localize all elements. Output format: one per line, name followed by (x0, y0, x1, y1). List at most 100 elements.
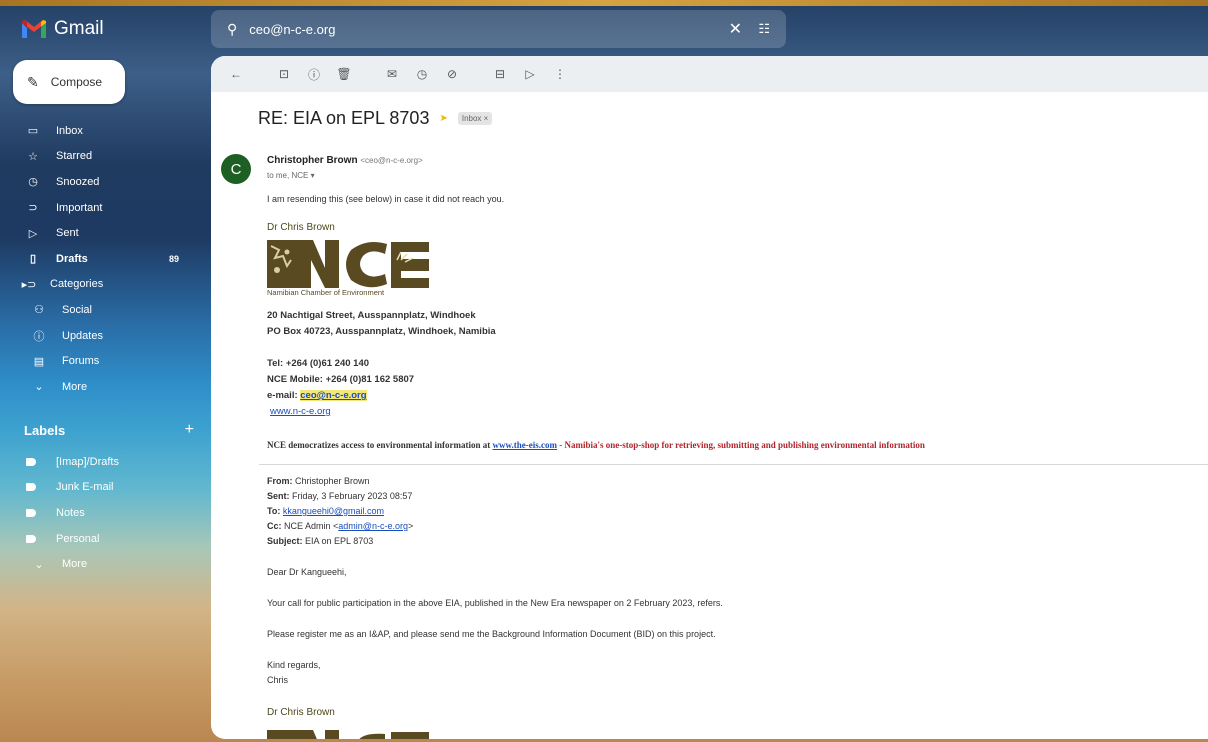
subject-value: EIA on EPL 8703 (302, 536, 374, 546)
snooze-icon[interactable]: ◷ (409, 61, 435, 87)
quoted-sent: Sent: Friday, 3 February 2023 08:57 (267, 491, 412, 501)
avatar[interactable]: C (221, 154, 251, 184)
labels-heading: Labels (24, 423, 66, 438)
sidebar-item-label: Forums (62, 355, 100, 368)
gmail-m-icon (22, 20, 46, 38)
sidebar-item-label: Updates (62, 329, 103, 342)
cc-suffix: > (407, 521, 414, 531)
search-icon[interactable]: ⚲ (227, 21, 237, 38)
label-item-text: Junk E-mail (56, 481, 114, 494)
label-tag-icon (26, 457, 36, 466)
promo-suffix: - Namibia's one-stop-shop for retrieving… (557, 440, 925, 450)
email-link[interactable]: ceo@n-c-e.org (300, 390, 367, 401)
chevron-down-icon: ⌄ (34, 381, 44, 394)
signature-name: Dr Chris Brown (267, 222, 335, 233)
sidebar-item-label: More (62, 380, 88, 393)
clear-search-icon[interactable]: ✕ (729, 19, 742, 39)
sidebar-item-categories[interactable]: ▸⊃ Categories (0, 272, 205, 298)
important-marker-icon[interactable]: ➤ (439, 113, 447, 124)
pencil-icon: ✎ (27, 73, 39, 90)
email-line: e-mail: ceo@n-c-e.org (267, 390, 367, 401)
quoted-to: To: kkangueehi0@gmail.com (267, 506, 384, 516)
delete-icon[interactable]: 🗑 (331, 61, 357, 87)
label-item-imap-drafts[interactable]: [Imap]/Drafts (0, 449, 205, 475)
email-subject: RE: EIA on EPL 8703 (258, 108, 430, 128)
signoff: Chris (267, 675, 289, 685)
move-to-icon[interactable]: ⊟ (487, 61, 513, 87)
search-input[interactable]: ceo@n-c-e.org (249, 22, 335, 37)
sidebar-item-label: Drafts (56, 252, 88, 265)
back-arrow-icon[interactable]: ← (223, 61, 249, 87)
label-item-text: Notes (56, 506, 85, 519)
report-spam-icon[interactable]: ⓘ (301, 61, 327, 87)
eis-link[interactable]: www.the-eis.com (493, 440, 558, 450)
quoted-divider (259, 464, 1208, 465)
draft-icon: ▯ (29, 253, 37, 266)
inbox-label-chip[interactable]: Inbox × (457, 112, 493, 125)
compose-label: Compose (50, 75, 103, 89)
label-item-junk-email[interactable]: Junk E-mail (0, 475, 205, 501)
label-icon[interactable]: ▷ (517, 61, 543, 87)
labels-list: [Imap]/Drafts Junk E-mail Notes Personal… (0, 449, 205, 577)
people-icon: ⚇ (34, 304, 44, 317)
important-icon: ⊃ (28, 202, 38, 215)
mark-unread-icon[interactable]: ✉ (379, 61, 405, 87)
website-link[interactable]: www.n-c-e.org (270, 406, 331, 417)
forum-icon: ▤ (33, 355, 45, 368)
email-view: ← ⊡ ⓘ 🗑 ✉ ◷ ⊘ ⊟ ▷ ⋮ RE: EIA on EPL 8703 … (211, 56, 1208, 739)
cc-label: Cc: (267, 521, 282, 531)
clock-icon: ◷ (28, 176, 38, 189)
add-task-icon[interactable]: ⊘ (439, 61, 465, 87)
nce-logo-partial (267, 730, 429, 739)
send-icon: ▷ (28, 227, 38, 240)
sidebar-item-updates[interactable]: ⓘ Updates (0, 323, 205, 349)
sidebar-item-label: Sent (56, 227, 79, 240)
sidebar-item-snoozed[interactable]: ◷ Snoozed (0, 169, 205, 195)
sent-value: Friday, 3 February 2023 08:57 (289, 491, 413, 501)
label-tag-icon (26, 534, 36, 543)
sidebar-nav: ▭ Inbox ☆ Starred ◷ Snoozed ⊃ Important … (0, 118, 205, 400)
label-item-text: Personal (56, 532, 100, 545)
labels-more[interactable]: ⌄ More (0, 551, 205, 577)
to-label: To: (267, 506, 281, 516)
compose-button[interactable]: ✎ Compose (13, 60, 125, 104)
quoted-from: From: Christopher Brown (267, 476, 370, 486)
kind-regards: Kind regards, (267, 660, 321, 670)
sender-name[interactable]: Christopher Brown (267, 155, 358, 166)
gmail-logo[interactable]: Gmail (22, 18, 104, 40)
window-top-border (0, 0, 1208, 6)
quoted-cc: Cc: NCE Admin <admin@n-c-e.org> (267, 521, 413, 531)
archive-icon[interactable]: ⊡ (271, 61, 297, 87)
recipients-toggle[interactable]: to me, NCE ▾ (267, 171, 315, 180)
label-item-notes[interactable]: Notes (0, 500, 205, 526)
sidebar-item-important[interactable]: ⊃ Important (0, 195, 205, 221)
add-label-button[interactable]: + (185, 422, 194, 438)
label-item-personal[interactable]: Personal (0, 526, 205, 552)
signature-name-2: Dr Chris Brown (267, 707, 335, 718)
sidebar-item-drafts[interactable]: ▯ Drafts 89 (0, 246, 205, 272)
label-tag-icon (26, 483, 36, 492)
mobile: NCE Mobile: +264 (0)81 162 5807 (267, 374, 415, 385)
promo-prefix: NCE democratizes access to environmental… (267, 440, 493, 450)
address-line-1: 20 Nachtigal Street, Ausspannplatz, Wind… (267, 310, 476, 321)
sidebar-item-sent[interactable]: ▷ Sent (0, 220, 205, 246)
search-bar[interactable]: ⚲ ceo@n-c-e.org ✕ ☷ (211, 10, 786, 48)
to-email-link[interactable]: kkangueehi0@gmail.com (283, 506, 384, 516)
greeting: Dear Dr Kangueehi, (267, 567, 347, 577)
sidebar-item-forums[interactable]: ▤ Forums (0, 348, 205, 374)
cc-email-link[interactable]: admin@n-c-e.org (338, 521, 408, 531)
sidebar-item-social[interactable]: ⚇ Social (0, 297, 205, 323)
quoted-subject: Subject: EIA on EPL 8703 (267, 536, 373, 546)
label-tag-icon (26, 508, 36, 517)
more-vert-icon[interactable]: ⋮ (547, 61, 573, 87)
sidebar-item-starred[interactable]: ☆ Starred (0, 144, 205, 170)
sender-address: <ceo@n-c-e.org> (360, 156, 423, 165)
address-line-2: PO Box 40723, Ausspannplatz, Windhoek, N… (267, 326, 496, 337)
star-icon: ☆ (28, 150, 38, 163)
subject-label: Subject: (267, 536, 303, 546)
search-options-icon[interactable]: ☷ (758, 21, 770, 37)
sent-label: Sent: (267, 491, 290, 501)
sidebar-item-more[interactable]: ⌄ More (0, 374, 205, 400)
website-link-wrap: www.n-c-e.org (270, 406, 331, 417)
sidebar-item-inbox[interactable]: ▭ Inbox (0, 118, 205, 144)
